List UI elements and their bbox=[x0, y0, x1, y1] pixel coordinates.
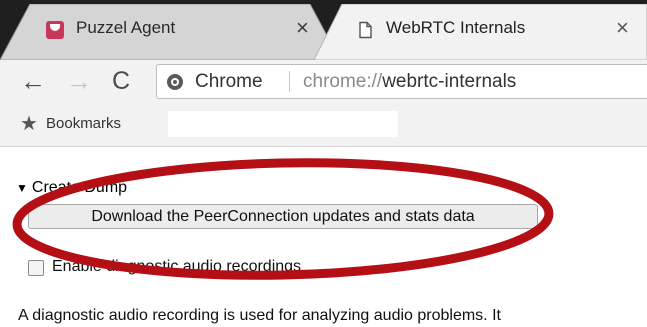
tab-strip: Puzzel Agent × WebRTC Internals × bbox=[0, 0, 647, 60]
create-dump-toggle[interactable]: ▼ Create Dump bbox=[16, 179, 127, 197]
bookmarks-bar: ★ Bookmarks bbox=[0, 102, 647, 147]
browser-toolbar: ← → C Chrome chrome://webrtc-internals bbox=[0, 60, 647, 102]
tab-title: WebRTC Internals bbox=[386, 18, 526, 37]
url-path: webrtc-internals bbox=[382, 71, 517, 92]
chrome-icon bbox=[167, 74, 183, 90]
close-icon[interactable]: × bbox=[296, 16, 309, 40]
tab-webrtc-internals[interactable]: WebRTC Internals × bbox=[314, 4, 647, 60]
close-icon[interactable]: × bbox=[616, 16, 629, 40]
url-text[interactable]: chrome://webrtc-internals bbox=[303, 71, 516, 93]
address-separator bbox=[289, 71, 290, 92]
url-scheme: chrome:// bbox=[303, 71, 383, 92]
audio-recording-description: A diagnostic audio recording is used for… bbox=[18, 307, 501, 324]
reload-icon[interactable]: C bbox=[112, 66, 130, 96]
tab-title: Puzzel Agent bbox=[76, 18, 176, 37]
tab-puzzel-agent[interactable]: Puzzel Agent × bbox=[0, 4, 340, 60]
address-bar[interactable]: Chrome chrome://webrtc-internals bbox=[156, 64, 647, 99]
star-icon: ★ bbox=[20, 113, 38, 135]
checkbox-label: Enable diagnostic audio recordings bbox=[52, 258, 302, 275]
triangle-down-icon: ▼ bbox=[16, 181, 28, 195]
create-dump-label: Create Dump bbox=[31, 179, 128, 196]
bookmarks-folder[interactable]: Bookmarks bbox=[46, 115, 121, 132]
origin-chip-label: Chrome bbox=[195, 71, 263, 92]
page-icon bbox=[359, 21, 372, 39]
puzzel-logo-icon bbox=[46, 21, 64, 39]
forward-arrow-icon[interactable]: → bbox=[66, 66, 92, 96]
download-stats-button[interactable]: Download the PeerConnection updates and … bbox=[28, 204, 538, 229]
back-arrow-icon[interactable]: ← bbox=[20, 66, 46, 96]
enable-audio-recordings-checkbox[interactable] bbox=[28, 260, 44, 276]
page-content: ▼ Create Dump Download the PeerConnection… bbox=[0, 147, 647, 327]
bookmarks-placeholder bbox=[168, 111, 398, 137]
